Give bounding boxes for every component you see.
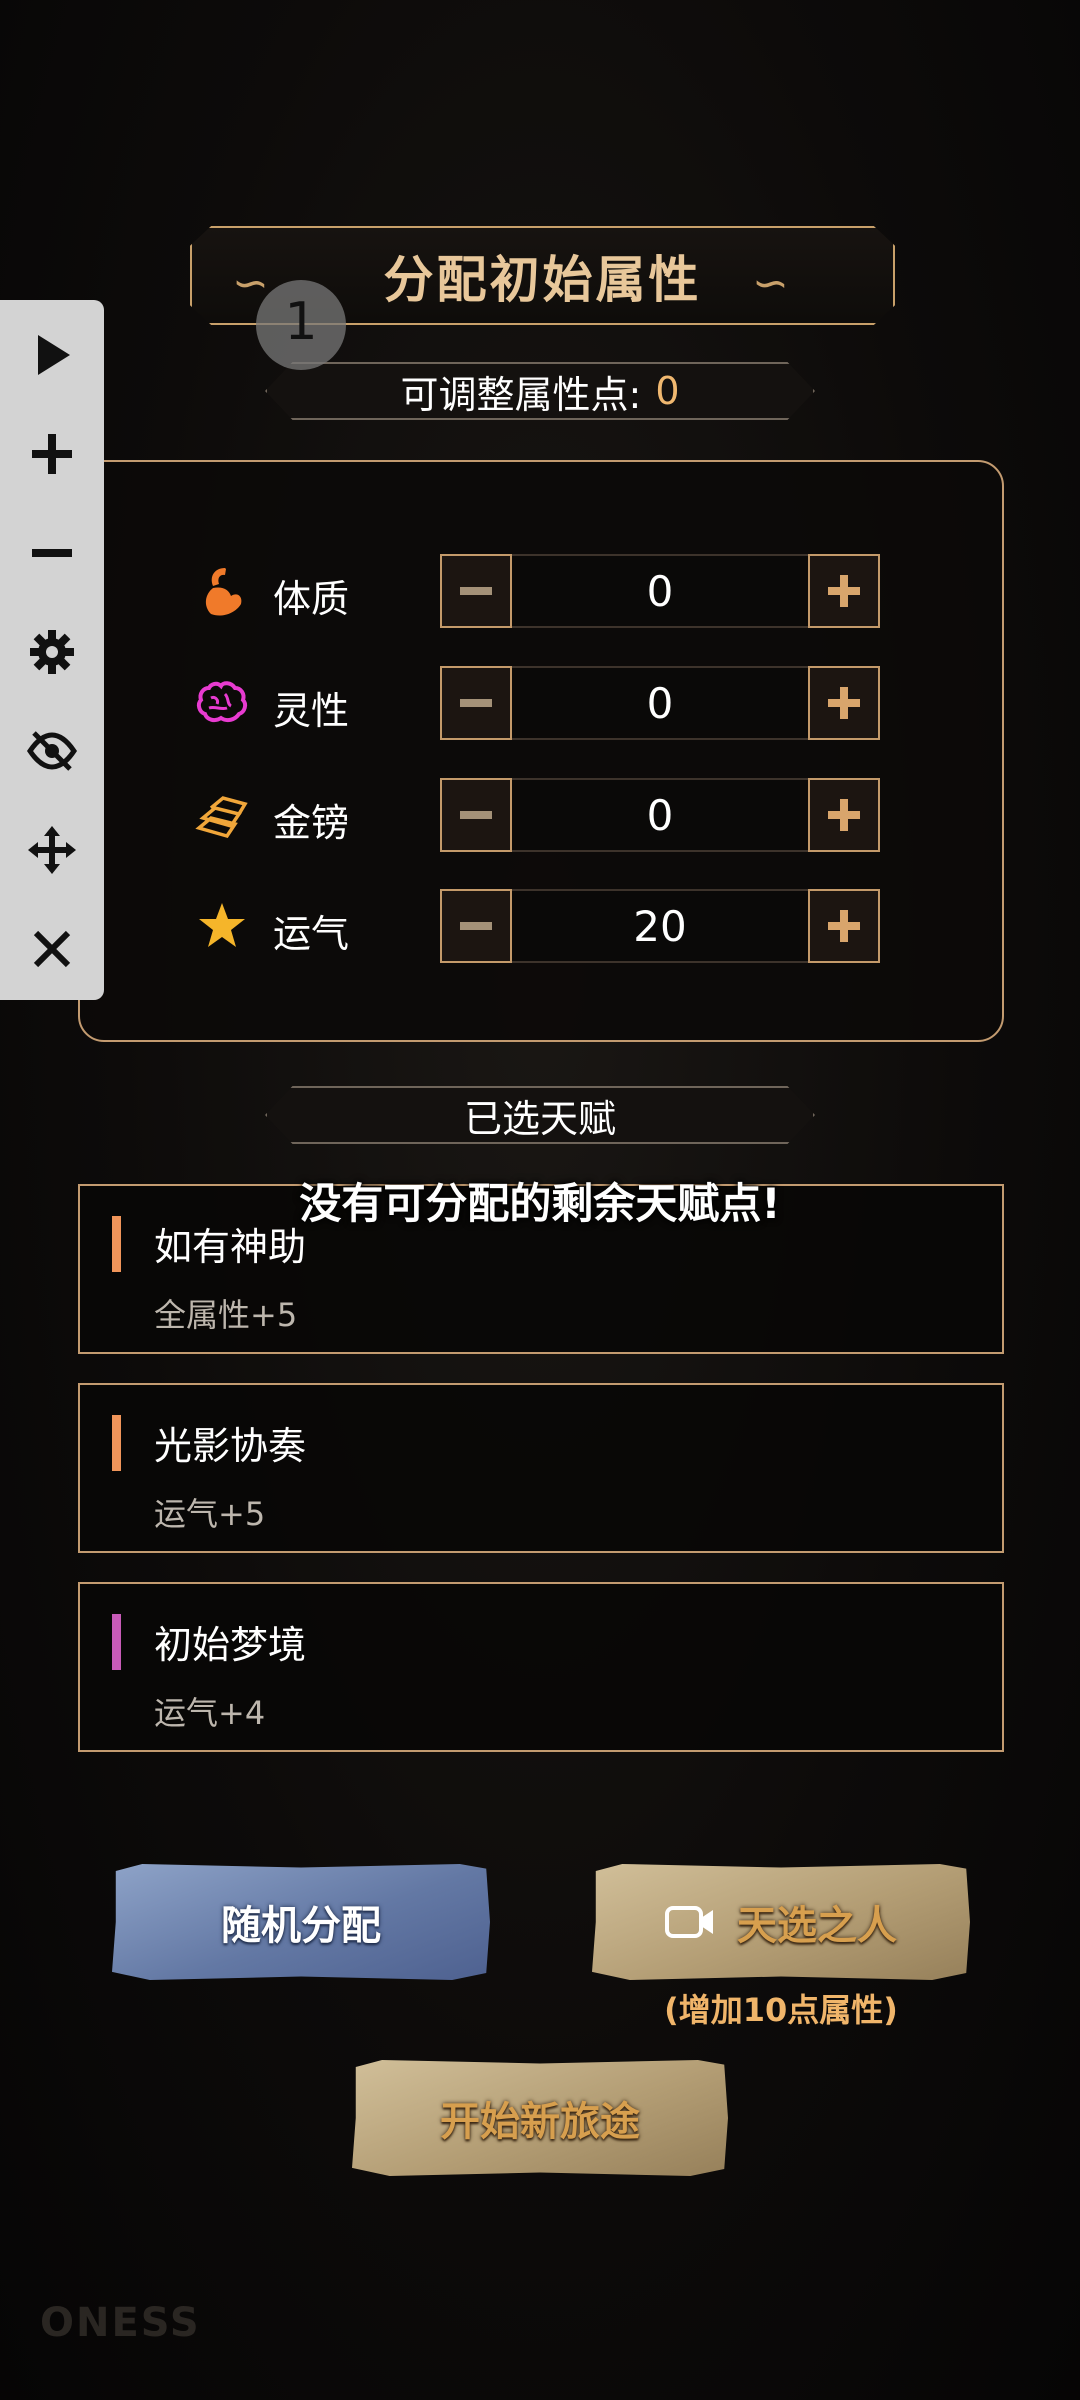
- increase-button[interactable]: [808, 666, 880, 740]
- attribute-value: 20: [512, 889, 808, 963]
- talent-description: 全属性+5: [154, 1296, 298, 1334]
- attribute-stepper: 0: [440, 554, 880, 628]
- talent-rarity-bar: [112, 1415, 121, 1471]
- start-journey-label: 开始新旅途: [440, 2098, 640, 2145]
- attribute-label: 灵性: [273, 689, 350, 733]
- video-camera-icon: [665, 1906, 713, 1938]
- toast-message: 没有可分配的剩余天赋点!: [299, 1179, 781, 1228]
- attribute-row-spirituality: 灵性 0: [195, 666, 880, 740]
- attribute-value: 0: [512, 666, 808, 740]
- minus-icon: [460, 699, 492, 707]
- move-icon: [28, 826, 76, 874]
- random-allocate-label: 随机分配: [221, 1902, 381, 1949]
- attribute-label: 金镑: [273, 801, 350, 845]
- attribute-row-gold: 金镑 0: [195, 778, 880, 852]
- increase-button[interactable]: [808, 554, 880, 628]
- flexed-bicep-icon: [205, 568, 242, 616]
- minus-icon: [460, 922, 492, 930]
- talents-header: 已选天赋: [463, 1096, 616, 1141]
- attribute-value: 0: [512, 778, 808, 852]
- play-button[interactable]: [22, 325, 82, 385]
- points-label: 可调整属性点:: [400, 372, 642, 417]
- chosen-one-label: 天选之人: [737, 1902, 897, 1949]
- plus-icon: [32, 434, 72, 474]
- eye-off-icon: [26, 731, 78, 771]
- gear-icon: [30, 630, 74, 674]
- talent-rarity-bar: [112, 1614, 121, 1670]
- decrease-button[interactable]: [440, 778, 512, 852]
- decrease-button[interactable]: [440, 889, 512, 963]
- plus-icon: [828, 910, 860, 942]
- points-readout: 可调整属性点: 0: [265, 362, 815, 420]
- talent-description: 运气+5: [154, 1495, 266, 1533]
- move-button[interactable]: [22, 820, 82, 880]
- start-journey-button[interactable]: 开始新旅途: [352, 2060, 728, 2176]
- remove-button[interactable]: [22, 523, 82, 583]
- minus-icon: [32, 549, 72, 557]
- background-watermark: ONESS: [40, 2300, 201, 2346]
- increase-button[interactable]: [808, 889, 880, 963]
- floating-toolbar: [0, 300, 104, 1000]
- random-allocate-button[interactable]: 随机分配: [112, 1864, 490, 1980]
- plus-icon: [828, 575, 860, 607]
- talent-name: 光影协奏: [154, 1424, 307, 1468]
- talent-card[interactable]: 初始梦境 运气+4: [78, 1582, 1004, 1752]
- attribute-label: 体质: [273, 577, 350, 621]
- talent-card[interactable]: 光影协奏 运气+5: [78, 1383, 1004, 1553]
- attribute-label: 运气: [273, 912, 350, 956]
- hide-button[interactable]: [22, 721, 82, 781]
- minus-icon: [460, 587, 492, 595]
- star-icon: [199, 903, 245, 947]
- gold-bars-icon: [195, 796, 248, 839]
- talent-description: 运气+4: [154, 1694, 266, 1732]
- plus-icon: [828, 799, 860, 831]
- attribute-stepper: 0: [440, 778, 880, 852]
- attribute-value: 0: [512, 554, 808, 628]
- close-icon: [33, 930, 71, 968]
- close-button[interactable]: [22, 919, 82, 979]
- chosen-one-button[interactable]: 天选之人: [592, 1864, 970, 1980]
- add-button[interactable]: [22, 424, 82, 484]
- points-value: 0: [655, 369, 680, 413]
- plus-icon: [828, 687, 860, 719]
- chosen-one-subtitle: (增加10点属性): [664, 1991, 898, 2029]
- attribute-stepper: 0: [440, 666, 880, 740]
- increase-button[interactable]: [808, 778, 880, 852]
- decrease-button[interactable]: [440, 554, 512, 628]
- settings-button[interactable]: [22, 622, 82, 682]
- minus-icon: [460, 811, 492, 819]
- touch-point-marker: 1: [256, 280, 346, 370]
- play-icon: [38, 335, 70, 375]
- talent-name: 初始梦境: [154, 1623, 307, 1667]
- attribute-row-luck: 运气 20: [195, 889, 880, 963]
- brain-icon: [196, 681, 248, 723]
- attribute-row-constitution: 体质 0: [195, 554, 880, 628]
- decrease-button[interactable]: [440, 666, 512, 740]
- touch-point-number: 1: [284, 292, 318, 352]
- attribute-stepper: 20: [440, 889, 880, 963]
